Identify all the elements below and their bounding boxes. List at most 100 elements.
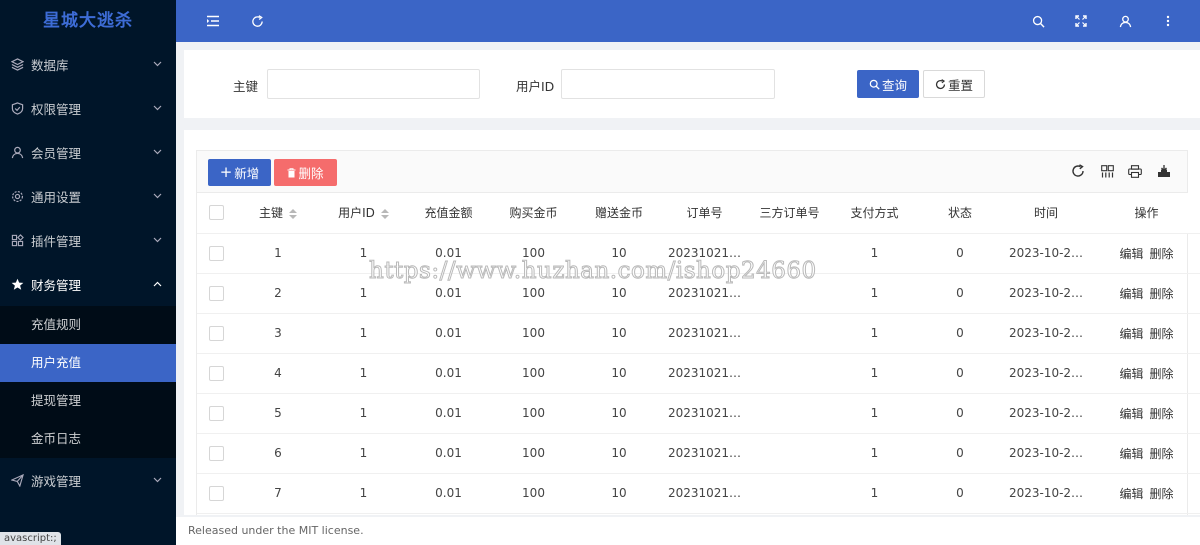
user-profile-icon[interactable] (1115, 11, 1135, 31)
reset-icon (935, 78, 946, 90)
cell-payment-method: 1 (832, 473, 917, 514)
row-checkbox[interactable] (208, 485, 224, 501)
col-header-actions: 操作 (1089, 193, 1200, 234)
brand-title: 星城大逃杀 (43, 11, 133, 31)
pk-label: 主键 (233, 79, 259, 94)
delete-button[interactable]: 删除 (1150, 327, 1174, 341)
col-header-label: 用户ID (338, 206, 375, 221)
columns-icon[interactable] (1098, 162, 1116, 180)
cell-payment-method: 1 (832, 353, 917, 394)
chevron-up-icon (152, 279, 162, 289)
sidebar-item-label: 通用设置 (31, 189, 82, 205)
sidebar-item-members[interactable]: 会员管理 (0, 130, 176, 174)
sidebar-item-database[interactable]: 数据库 (0, 42, 176, 86)
cell-status: 0 (917, 353, 1003, 394)
row-select-cell (197, 353, 235, 394)
edit-button[interactable]: 编辑 (1119, 327, 1143, 341)
sidebar-item-label: 游戏管理 (31, 473, 82, 489)
sidebar-item-games[interactable]: 游戏管理 (0, 458, 176, 502)
cell-user-id: 1 (321, 313, 406, 354)
search-icon[interactable] (1028, 11, 1048, 31)
edit-button[interactable]: 编辑 (1119, 287, 1143, 301)
row-checkbox[interactable] (208, 365, 224, 381)
reset-button-label: 重置 (947, 77, 973, 93)
user-id-input[interactable] (561, 69, 775, 99)
row-select-cell (197, 273, 235, 314)
cell-order-no: 20231021… (662, 393, 747, 434)
table-row: 5 1 0.01 100 10 20231021… 1 0 2023-10-2… 编辑 删除 (197, 393, 1200, 434)
cell-status: 0 (917, 393, 1003, 434)
delete-button[interactable]: 删除 (1150, 407, 1174, 421)
sidebar-item-permissions[interactable]: 权限管理 (0, 86, 176, 130)
refresh-icon[interactable] (247, 11, 267, 31)
cell-order-no: 20231021… (662, 233, 747, 274)
sidebar-subitem-coin-log[interactable]: 金币日志 (0, 420, 176, 458)
select-all-cell (197, 193, 235, 234)
col-header-user-id[interactable]: 用户ID (321, 193, 406, 234)
cell-time: 2023-10-2… (1003, 233, 1089, 274)
row-checkbox[interactable] (208, 405, 224, 421)
sidebar-item-label: 财务管理 (31, 277, 82, 293)
export-icon[interactable] (1155, 162, 1173, 180)
sidebar-item-plugins[interactable]: 插件管理 (0, 218, 176, 262)
sidebar-item-label: 插件管理 (31, 233, 82, 249)
row-select-cell (197, 433, 235, 474)
user-icon (10, 145, 24, 159)
sidebar-subitem-user-recharge[interactable]: 用户充值 (0, 344, 176, 382)
edit-button[interactable]: 编辑 (1119, 367, 1143, 381)
delete-button[interactable]: 删除 (1150, 367, 1174, 381)
edit-button[interactable]: 编辑 (1119, 487, 1143, 501)
sidebar-item-label: 权限管理 (31, 101, 82, 117)
cell-amount: 0.01 (406, 233, 491, 274)
row-select-cell (197, 473, 235, 514)
sidebar-subitem-recharge-rules[interactable]: 充值规则 (0, 306, 176, 344)
sidebar-subitem-withdrawals[interactable]: 提现管理 (0, 382, 176, 420)
cell-pk: 5 (235, 393, 321, 434)
delete-button[interactable]: 删除 (1150, 447, 1174, 461)
sidebar-item-finance[interactable]: 财务管理 (0, 262, 176, 306)
row-checkbox[interactable] (208, 245, 224, 261)
sidebar-item-general-settings[interactable]: 通用设置 (0, 174, 176, 218)
cell-order-no: 20231021… (662, 313, 747, 354)
menu-toggle-icon[interactable] (203, 11, 223, 31)
table-header-row: 主键 用户ID 充值金额 购买金币 赠送金币 订单号 三方订单号 支付方式 状态… (197, 193, 1200, 234)
cell-amount: 0.01 (406, 353, 491, 394)
more-vertical-icon[interactable] (1158, 11, 1178, 31)
add-button[interactable]: + 新增 (208, 159, 271, 186)
sort-icon[interactable] (289, 208, 297, 219)
table-row: 7 1 0.01 100 10 20231021… 1 0 2023-10-2… 编辑 删除 (197, 473, 1200, 514)
edit-button[interactable]: 编辑 (1119, 247, 1143, 261)
cell-order-no: 20231021… (662, 273, 747, 314)
cell-pk: 7 (235, 473, 321, 514)
cell-user-id: 1 (321, 433, 406, 474)
row-checkbox[interactable] (208, 285, 224, 301)
delete-button[interactable]: 删除 (1150, 287, 1174, 301)
delete-button[interactable]: 删除 (1150, 247, 1174, 261)
add-button-label: 新增 (234, 166, 260, 181)
edit-button[interactable]: 编辑 (1119, 447, 1143, 461)
row-checkbox[interactable] (208, 445, 224, 461)
pk-input[interactable] (267, 69, 480, 99)
reset-button[interactable]: 重置 (923, 70, 985, 98)
cell-payment-method: 1 (832, 433, 917, 474)
print-icon[interactable] (1126, 162, 1144, 180)
chevron-down-icon (152, 191, 162, 201)
delete-button[interactable]: 删除 (1150, 487, 1174, 501)
batch-delete-button[interactable]: 删除 (274, 159, 337, 186)
query-button[interactable]: 查询 (857, 70, 919, 98)
col-header-time: 时间 (1003, 193, 1089, 234)
cell-third-party-order (747, 353, 832, 394)
edit-button[interactable]: 编辑 (1119, 407, 1143, 421)
col-header-order-no: 订单号 (662, 193, 747, 234)
cell-actions: 编辑 删除 (1089, 273, 1200, 314)
table-refresh-icon[interactable] (1069, 162, 1087, 180)
col-header-pk[interactable]: 主键 (235, 193, 321, 234)
col-header-label: 主键 (258, 206, 283, 221)
recharge-table: 主键 用户ID 充值金额 购买金币 赠送金币 订单号 三方订单号 支付方式 状态… (197, 193, 1200, 514)
select-all-checkbox[interactable] (208, 205, 224, 221)
cell-pk: 2 (235, 273, 321, 314)
sort-icon[interactable] (380, 208, 389, 219)
row-checkbox[interactable] (208, 325, 224, 341)
cell-status: 0 (917, 273, 1003, 314)
fullscreen-icon[interactable] (1071, 11, 1091, 31)
